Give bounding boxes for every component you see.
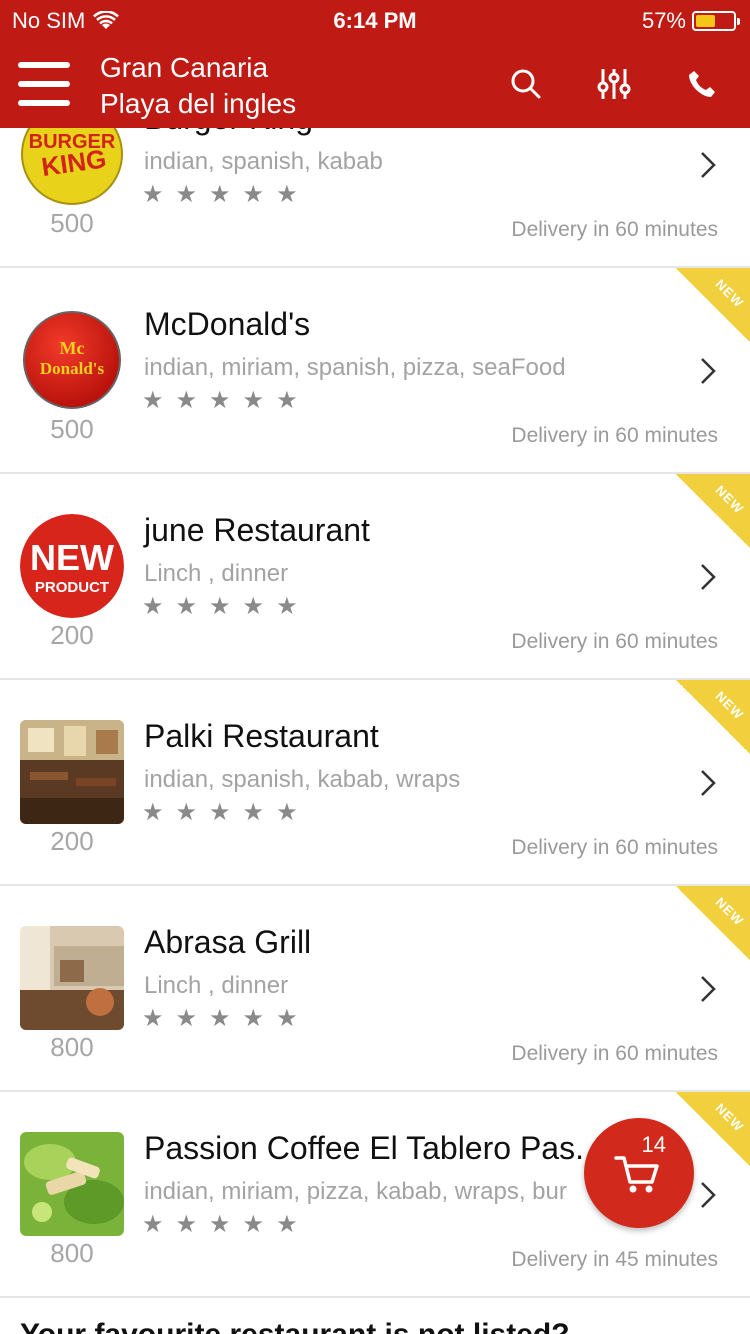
rating-stars: ★★★★★ (142, 387, 310, 414)
new-badge-label: NEW (712, 894, 747, 929)
filter-sliders-icon (597, 69, 631, 99)
svg-text:NEW: NEW (30, 537, 114, 578)
new-product-logo: NEW PRODUCT (20, 514, 124, 618)
restaurant-price: 500 (50, 208, 94, 238)
menu-line (18, 62, 70, 68)
restaurant-price: 200 (50, 620, 94, 650)
delivery-time: Delivery in 60 minutes (511, 630, 718, 653)
restaurant-list: BURGER KING Burger King indian, spanish,… (0, 62, 750, 1298)
restaurant-cuisine: indian, spanish, kabab (144, 148, 383, 175)
svg-text:PRODUCT: PRODUCT (35, 579, 109, 596)
search-icon (511, 69, 541, 99)
new-badge-label: NEW (712, 688, 747, 723)
not-listed-prompt[interactable]: Your favourite restaurant is not listed? (20, 1318, 570, 1334)
call-button[interactable] (680, 62, 724, 106)
restaurant-name: Palki Restaurant (144, 718, 379, 754)
header-actions (504, 62, 724, 106)
restaurant-price: 200 (50, 826, 94, 856)
rating-stars: ★★★★★ (142, 799, 310, 826)
restaurant-name: Abrasa Grill (144, 924, 312, 960)
phone-icon (689, 71, 715, 97)
rating-stars: ★★★★★ (142, 1211, 310, 1238)
delivery-time: Delivery in 60 minutes (511, 424, 718, 447)
restaurant-price: 800 (50, 1032, 94, 1062)
svg-text:Donald's: Donald's (40, 359, 105, 378)
restaurant-row[interactable]: NEW Mc Donald's McDonald's indian, miria… (0, 268, 750, 474)
new-ribbon: NEW (676, 268, 750, 342)
filter-button[interactable] (592, 62, 636, 106)
new-badge-label: NEW (712, 1100, 747, 1135)
restaurant-cuisine: indian, miriam, pizza, kabab, wraps, bur (144, 1178, 567, 1205)
svg-text:Mc: Mc (60, 338, 85, 358)
battery-fill (696, 15, 715, 27)
delivery-time: Delivery in 45 minutes (511, 1248, 718, 1271)
restaurant-cuisine: indian, miriam, spanish, pizza, seaFood (144, 354, 566, 381)
new-ribbon: NEW (676, 680, 750, 754)
menu-button[interactable] (18, 62, 70, 106)
dining-room-photo (20, 926, 124, 1030)
status-bar: No SIM 6:14 PM 57% (0, 0, 750, 40)
salad-photo (20, 1132, 124, 1236)
restaurant-cuisine: Linch , dinner (144, 560, 289, 587)
clock: 6:14 PM (333, 8, 417, 33)
chevron-right-icon (701, 976, 716, 1002)
chevron-right-icon (701, 358, 716, 384)
restaurant-interior-photo (20, 720, 124, 824)
new-ribbon: NEW (676, 474, 750, 548)
new-badge-label: NEW (712, 276, 747, 311)
shopping-cart-icon (614, 1156, 659, 1193)
rating-stars: ★★★★★ (142, 181, 310, 208)
app-header: No SIM 6:14 PM 57% Gran Canaria Playa de… (0, 0, 750, 128)
battery-group: 57% (641, 8, 740, 34)
new-badge-label: NEW (712, 482, 747, 517)
delivery-time: Delivery in 60 minutes (511, 218, 718, 241)
area-label: Playa del ingles (100, 88, 297, 119)
battery-percent: 57% (641, 8, 686, 33)
restaurant-row[interactable]: NEW Palki Restaurant indian, spanish, ka… (0, 680, 750, 886)
rating-stars: ★★★★★ (142, 1005, 310, 1032)
menu-line (18, 81, 70, 87)
restaurant-name: Passion Coffee El Tablero Pas... (144, 1130, 602, 1166)
restaurant-row[interactable]: NEW Abrasa Grill Linch , dinner ★★★★★ 80… (0, 886, 750, 1092)
nav-bar: Gran Canaria Playa del ingles (0, 40, 750, 128)
new-ribbon: NEW (676, 886, 750, 960)
menu-line (18, 100, 70, 106)
battery-icon (692, 11, 740, 31)
restaurant-price: 800 (50, 1238, 94, 1268)
delivery-time: Delivery in 60 minutes (511, 1042, 718, 1065)
restaurant-price: 500 (50, 414, 94, 444)
chevron-right-icon (701, 564, 716, 590)
search-button[interactable] (504, 62, 548, 106)
cart-button[interactable]: 14 (584, 1118, 694, 1228)
restaurant-cuisine: Linch , dinner (144, 972, 289, 999)
restaurant-cuisine: indian, spanish, kabab, wraps (144, 766, 461, 793)
restaurant-row[interactable]: NEW NEW PRODUCT june Restaurant Linch , … (0, 474, 750, 680)
restaurant-name: McDonald's (144, 306, 311, 342)
mcdonalds-logo: Mc Donald's (23, 311, 121, 409)
location-selector[interactable]: Gran Canaria Playa del ingles (100, 50, 296, 122)
chevron-right-icon (701, 152, 716, 178)
rating-stars: ★★★★★ (142, 593, 310, 620)
chevron-right-icon (701, 770, 716, 796)
city-label: Gran Canaria (100, 52, 269, 83)
chevron-right-icon (701, 1182, 716, 1208)
delivery-time: Delivery in 60 minutes (511, 836, 718, 859)
restaurant-name: june Restaurant (144, 512, 370, 548)
